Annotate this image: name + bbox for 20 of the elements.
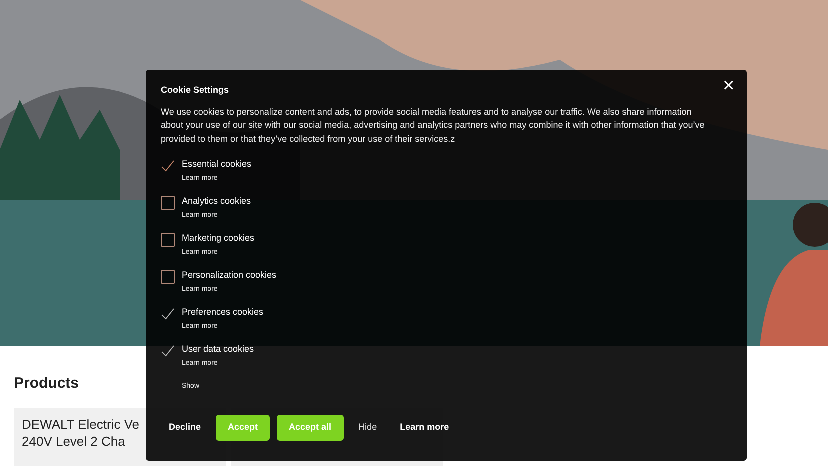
close-button[interactable]: ×: [719, 76, 739, 96]
dialog-button[interactable]: Hide: [350, 414, 386, 440]
checkbox[interactable]: [161, 270, 175, 284]
checkmark-icon[interactable]: [161, 307, 175, 321]
cookie-category-label: Personalization cookies: [182, 269, 277, 282]
dialog-description: We use cookies to personalize content and ads, to provide social media features and to analyse our traffic. We also share information about your use of our site with our social media, advertising and analytics partners who may combine it with other information that you’ve provided to them or that they’ve collected from your use of their services.z: [161, 106, 706, 146]
cookie-category-label: Essential cookies: [182, 158, 252, 171]
product-title: 240V Level 2 Cha: [22, 432, 126, 450]
dialog-title: Cookie Settings: [161, 84, 230, 97]
dialog-button[interactable]: Decline: [161, 414, 210, 440]
cookie-category-label: Analytics cookies: [182, 195, 252, 208]
dialog-button[interactable]: Learn more: [392, 414, 458, 440]
products-heading: Products: [14, 374, 80, 394]
checkbox[interactable]: [161, 233, 175, 247]
cookie-category-label: Marketing cookies: [182, 232, 255, 245]
cookie-category-label: User data cookies: [182, 343, 254, 356]
product-title: DEWALT Electric Ve: [22, 416, 140, 432]
checkbox[interactable]: [161, 196, 175, 210]
cookie-category-label: Preferences cookies: [182, 306, 264, 319]
checkmark-icon[interactable]: [161, 344, 175, 358]
